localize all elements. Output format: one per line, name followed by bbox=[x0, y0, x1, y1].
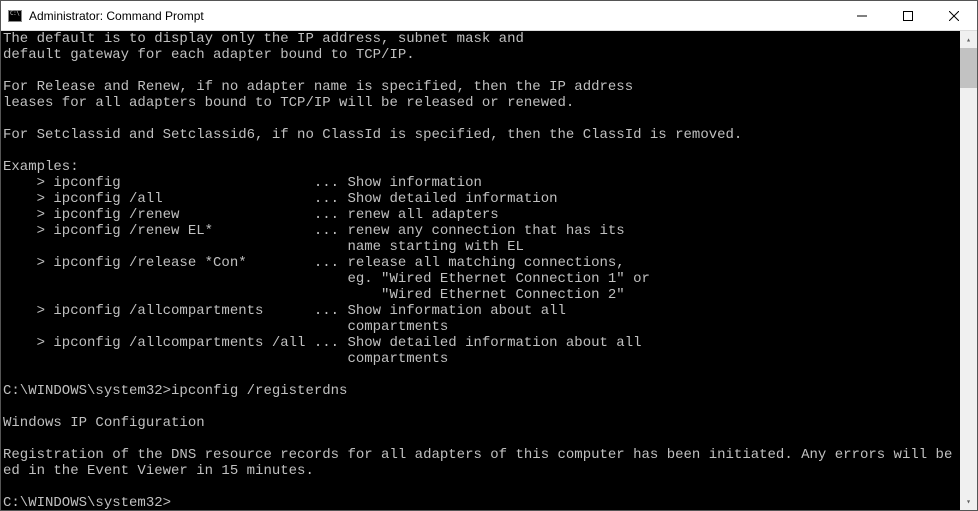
terminal-line: > ipconfig /renew EL* ... renew any conn… bbox=[3, 223, 958, 239]
scroll-down-arrow[interactable]: ▾ bbox=[960, 493, 977, 510]
terminal-line: eg. "Wired Ethernet Connection 1" or bbox=[3, 271, 958, 287]
terminal-line bbox=[3, 399, 958, 415]
terminal-line: compartments bbox=[3, 319, 958, 335]
vertical-scrollbar[interactable]: ▴ ▾ bbox=[960, 31, 977, 510]
maximize-button[interactable] bbox=[885, 1, 931, 30]
terminal-output[interactable]: The default is to display only the IP ad… bbox=[1, 31, 960, 510]
titlebar[interactable]: Administrator: Command Prompt bbox=[1, 1, 977, 31]
scroll-track[interactable] bbox=[960, 48, 977, 493]
command-prompt-window: Administrator: Command Prompt The defaul… bbox=[0, 0, 978, 511]
terminal-line bbox=[3, 143, 958, 159]
terminal-line bbox=[3, 367, 958, 383]
minimize-button[interactable] bbox=[839, 1, 885, 30]
terminal-line: Registration of the DNS resource records… bbox=[3, 447, 958, 463]
close-button[interactable] bbox=[931, 1, 977, 30]
terminal-line: For Setclassid and Setclassid6, if no Cl… bbox=[3, 127, 958, 143]
prompt-text: C:\WINDOWS\system32> bbox=[3, 495, 171, 510]
terminal-line: default gateway for each adapter bound t… bbox=[3, 47, 958, 63]
terminal-line: ed in the Event Viewer in 15 minutes. bbox=[3, 463, 958, 479]
terminal-line: Examples: bbox=[3, 159, 958, 175]
terminal-line: C:\WINDOWS\system32>ipconfig /registerdn… bbox=[3, 383, 958, 399]
terminal-line: For Release and Renew, if no adapter nam… bbox=[3, 79, 958, 95]
terminal-line: > ipconfig /renew ... renew all adapters bbox=[3, 207, 958, 223]
prompt-line[interactable]: C:\WINDOWS\system32> bbox=[3, 495, 958, 510]
terminal-line bbox=[3, 431, 958, 447]
client-area: The default is to display only the IP ad… bbox=[1, 31, 977, 510]
terminal-line bbox=[3, 111, 958, 127]
terminal-line: > ipconfig /allcompartments /all ... Sho… bbox=[3, 335, 958, 351]
terminal-line: leases for all adapters bound to TCP/IP … bbox=[3, 95, 958, 111]
terminal-line: > ipconfig ... Show information bbox=[3, 175, 958, 191]
scroll-thumb[interactable] bbox=[960, 48, 977, 88]
terminal-line: > ipconfig /all ... Show detailed inform… bbox=[3, 191, 958, 207]
terminal-line: "Wired Ethernet Connection 2" bbox=[3, 287, 958, 303]
terminal-line: compartments bbox=[3, 351, 958, 367]
window-controls bbox=[839, 1, 977, 30]
cmd-icon bbox=[7, 8, 23, 24]
scroll-up-arrow[interactable]: ▴ bbox=[960, 31, 977, 48]
terminal-line: The default is to display only the IP ad… bbox=[3, 31, 958, 47]
terminal-line: > ipconfig /release *Con* ... release al… bbox=[3, 255, 958, 271]
terminal-line: name starting with EL bbox=[3, 239, 958, 255]
terminal-line: > ipconfig /allcompartments ... Show inf… bbox=[3, 303, 958, 319]
terminal-line bbox=[3, 479, 958, 495]
terminal-line bbox=[3, 63, 958, 79]
terminal-line: Windows IP Configuration bbox=[3, 415, 958, 431]
window-title: Administrator: Command Prompt bbox=[29, 9, 839, 23]
